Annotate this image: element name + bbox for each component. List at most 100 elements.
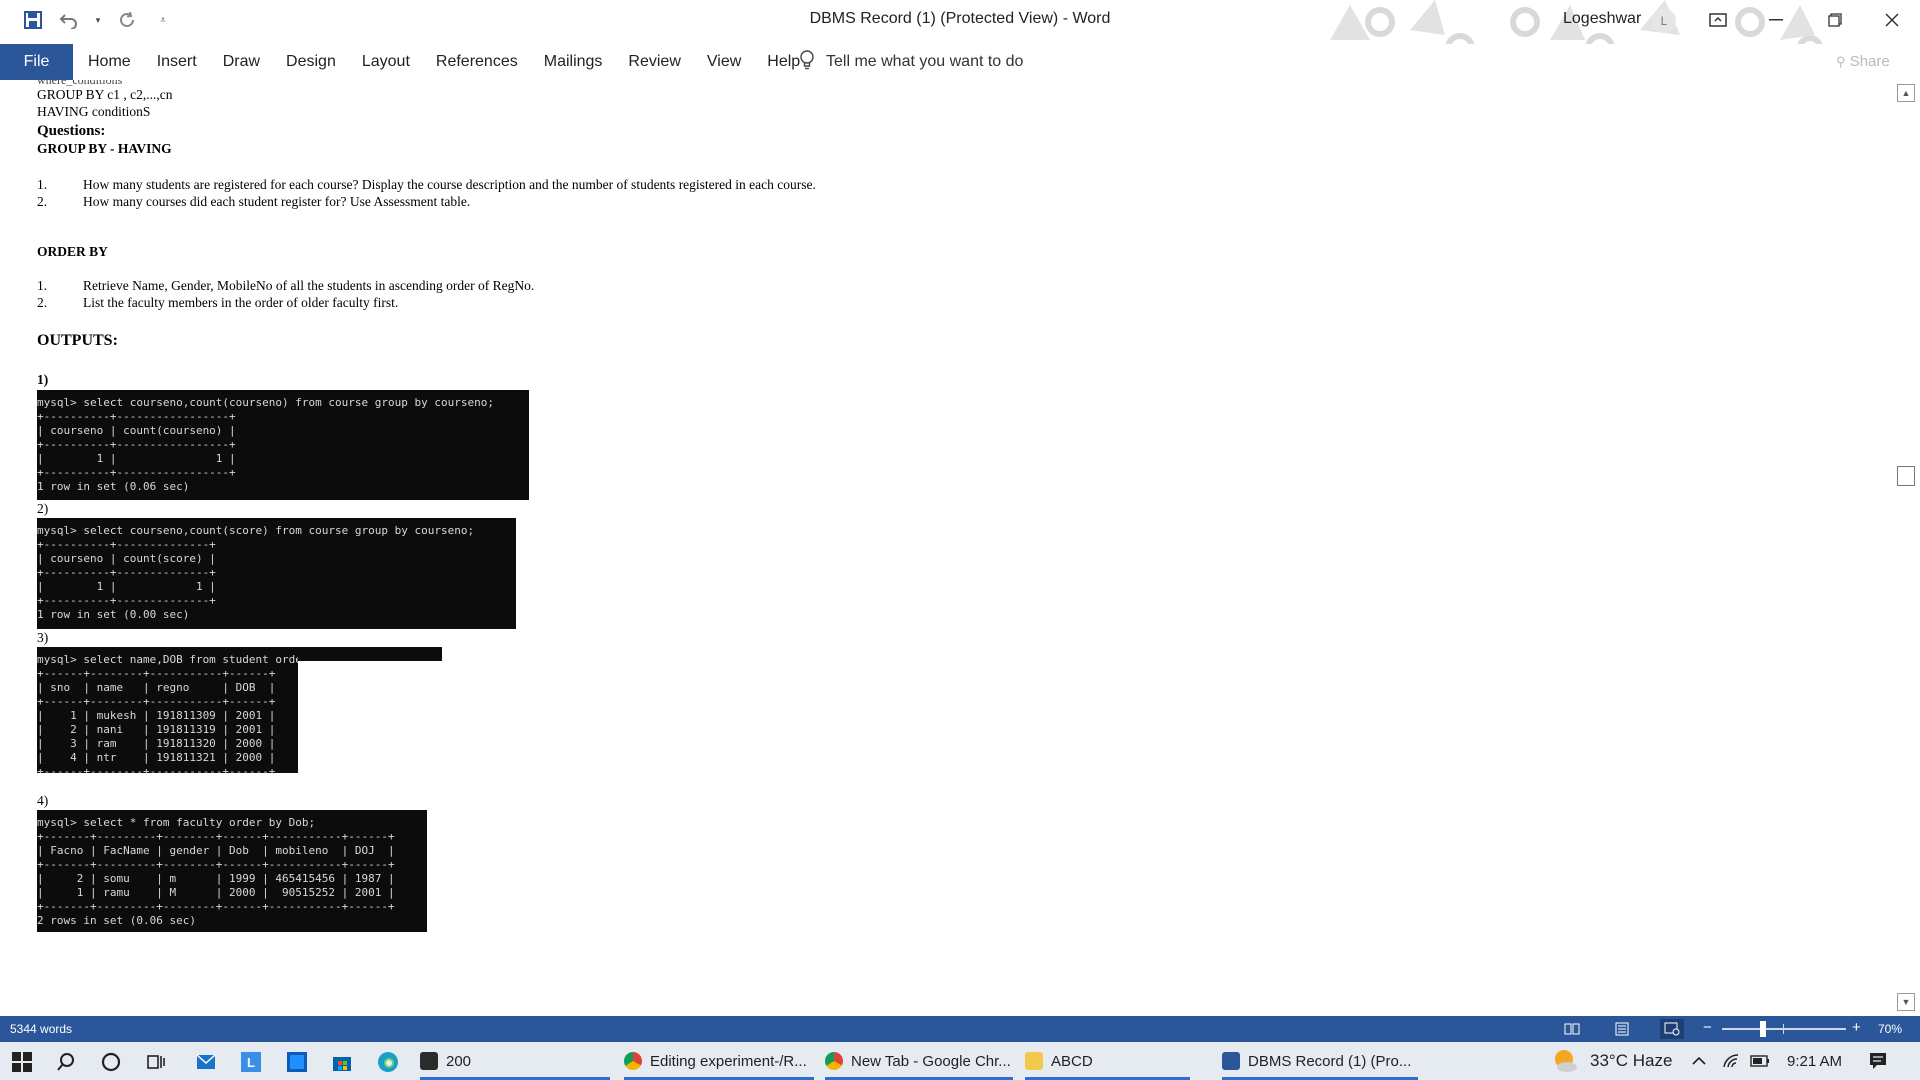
tab-home[interactable]: Home: [88, 53, 131, 71]
terminal-line: mysql> select name,DOB from student orde…: [37, 653, 298, 666]
share-button[interactable]: ⚲ Share: [1836, 53, 1890, 70]
clock[interactable]: 9:21 AM: [1787, 1042, 1842, 1080]
edge-icon[interactable]: [376, 1050, 400, 1074]
tab-help[interactable]: Help: [767, 53, 800, 71]
scroll-up-icon[interactable]: ▲: [1897, 84, 1915, 102]
list-number: 2.: [37, 295, 48, 310]
word-icon: [1222, 1052, 1240, 1070]
terminal-line: +----------+-----------------+: [37, 466, 236, 479]
notifications-icon[interactable]: [1869, 1042, 1887, 1080]
terminal-line: +----------+--------------+: [37, 594, 216, 607]
list-number: 2.: [37, 194, 48, 209]
tab-insert[interactable]: Insert: [157, 53, 197, 71]
ribbon-display-options-icon[interactable]: [1703, 6, 1733, 34]
wifi-icon[interactable]: [1722, 1042, 1740, 1080]
taskbar-app-label: Editing experiment-/R...: [650, 1052, 807, 1070]
word-count[interactable]: 5344 words: [10, 1022, 72, 1036]
terminal-line: | 1 | mukesh | 191811309 | 2001 |: [37, 709, 276, 722]
taskbar-app[interactable]: New Tab - Google Chr...: [825, 1042, 1013, 1080]
terminal-output-2: mysql> select courseno,count(score) from…: [37, 518, 516, 629]
tab-mailings[interactable]: Mailings: [544, 53, 603, 71]
vertical-scrollbar[interactable]: [1900, 80, 1920, 1015]
quick-access-toolbar: ▾ ⩡: [22, 9, 174, 31]
zoom-slider[interactable]: [1722, 1028, 1846, 1030]
tell-me-text: Tell me what you want to do: [826, 53, 1024, 70]
terminal-line: 2 rows in set (0.06 sec): [37, 914, 196, 927]
weather-text: 33°C Haze: [1590, 1051, 1673, 1070]
zoom-level[interactable]: 70%: [1878, 1022, 1902, 1036]
tab-layout[interactable]: Layout: [362, 53, 410, 71]
taskbar-app-label: DBMS Record (1) (Pro...: [1248, 1052, 1412, 1070]
terminal-line: mysql> select courseno,count(courseno) f…: [37, 396, 494, 409]
terminal-line: 1 row in set (0.06 sec): [37, 480, 190, 493]
show-hidden-icons-icon[interactable]: [1692, 1042, 1706, 1080]
list-item: How many students are registered for eac…: [83, 177, 816, 192]
title-bar: ▾ ⩡ DBMS Record (1) (Protected View) - W…: [0, 0, 1920, 60]
terminal-line: +-------+---------+--------+------+-----…: [37, 830, 395, 843]
read-mode-icon[interactable]: [1560, 1019, 1584, 1039]
questions-label: Questions:: [37, 123, 106, 139]
minimize-icon[interactable]: [1761, 6, 1791, 34]
having-syntax: HAVING conditionS: [37, 104, 151, 119]
section-heading-order-by: ORDER BY: [37, 244, 108, 259]
zoom-in-button[interactable]: +: [1852, 1019, 1861, 1036]
status-bar: 5344 words − + 70%: [0, 1016, 1920, 1042]
avatar[interactable]: L: [1652, 9, 1676, 33]
output-label: 3): [37, 630, 49, 645]
task-view-icon[interactable]: [144, 1050, 168, 1074]
terminal-line: +------+--------+-----------+------+: [37, 667, 276, 680]
search-icon[interactable]: [54, 1050, 78, 1074]
terminal-line: | courseno | count(score) |: [37, 552, 216, 565]
terminal-output-3: mysql> select name,DOB from student orde…: [37, 647, 298, 773]
output-label: 2): [37, 501, 49, 516]
taskbar-app-label: ABCD: [1051, 1052, 1093, 1070]
terminal-output-1: mysql> select courseno,count(courseno) f…: [37, 390, 529, 500]
chevron-down-icon[interactable]: ▾: [94, 9, 102, 31]
store-icon[interactable]: [330, 1050, 354, 1074]
terminal-line: | 1 | ramu | M | 2000 | 90515252 | 2001 …: [37, 886, 395, 899]
document-canvas[interactable]: where_conditions GROUP BY c1 , c2,...,cn…: [0, 80, 1900, 1015]
terminal-line: +----------+--------------+: [37, 566, 216, 579]
windows-start-icon[interactable]: [10, 1050, 34, 1074]
customize-qat-icon[interactable]: ⩡: [152, 9, 174, 31]
mail-icon[interactable]: [194, 1050, 218, 1074]
taskbar-app[interactable]: DBMS Record (1) (Pro...: [1222, 1042, 1418, 1080]
battery-icon[interactable]: [1750, 1042, 1770, 1080]
tab-file[interactable]: File: [0, 44, 73, 80]
l-app-icon[interactable]: L: [239, 1050, 263, 1074]
tab-view[interactable]: View: [707, 53, 741, 71]
weather-widget[interactable]: 33°C Haze: [1552, 1042, 1672, 1080]
web-layout-icon[interactable]: [1660, 1019, 1684, 1039]
tab-references[interactable]: References: [436, 53, 518, 71]
list-number: 1.: [37, 278, 48, 293]
ribbon-tab-list: Home Insert Draw Design Layout References Mail…: [88, 44, 826, 80]
cortana-icon[interactable]: [99, 1050, 123, 1074]
user-name[interactable]: Logeshwar: [1563, 10, 1641, 28]
tell-me-box[interactable]: Tell me what you want to do: [800, 44, 1023, 80]
redo-icon[interactable]: [116, 9, 138, 31]
lightbulb-icon: [800, 49, 814, 75]
list-item: List the faculty members in the order of…: [83, 295, 399, 310]
tab-design[interactable]: Design: [286, 53, 336, 71]
zoom-out-button[interactable]: −: [1703, 1019, 1712, 1036]
terminal-line: | courseno | count(courseno) |: [37, 424, 236, 437]
scrollbar-thumb[interactable]: [1897, 466, 1915, 486]
close-icon[interactable]: [1877, 6, 1907, 34]
taskbar-app[interactable]: Editing experiment-/R...: [624, 1042, 814, 1080]
zoom-100-tick: [1783, 1024, 1784, 1034]
restore-icon[interactable]: [1820, 6, 1850, 34]
tab-review[interactable]: Review: [628, 53, 680, 71]
zoom-slider-thumb[interactable]: [1760, 1021, 1766, 1037]
scroll-down-icon[interactable]: ▼: [1897, 993, 1915, 1011]
chrome-icon: [624, 1052, 642, 1070]
save-icon[interactable]: [22, 9, 44, 31]
terminal-line: | 2 | nani | 191811319 | 2001 |: [37, 723, 276, 736]
tab-draw[interactable]: Draw: [223, 53, 260, 71]
terminal-line: +----------+--------------+: [37, 538, 216, 551]
blue-app-icon[interactable]: [285, 1050, 309, 1074]
taskbar-app[interactable]: 200: [420, 1042, 610, 1080]
print-layout-icon[interactable]: [1610, 1019, 1634, 1039]
taskbar-app[interactable]: ABCD: [1025, 1042, 1190, 1080]
undo-icon[interactable]: [58, 9, 80, 31]
chrome-icon: [825, 1052, 843, 1070]
